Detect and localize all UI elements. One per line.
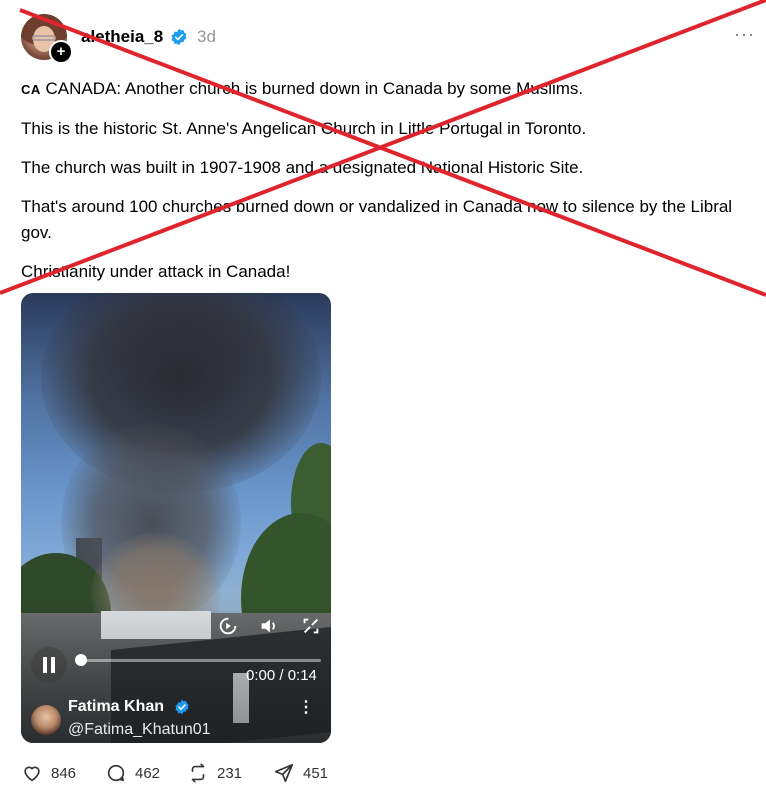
repost-count: 231 [217,764,243,782]
post-body: CA CANADA: Another church is burned down… [21,76,756,298]
fullscreen-icon[interactable] [300,615,322,637]
paragraph-5: Christianity under attack in Canada! [21,262,291,281]
embedded-author-name[interactable]: Fatima Khan [68,698,164,716]
avatar-glasses [32,35,56,41]
share-button[interactable]: 451 [273,762,328,784]
follow-plus-icon[interactable]: + [49,40,73,64]
reply-count: 462 [135,764,161,782]
share-count: 451 [303,764,329,782]
embedded-author-handle[interactable]: @Fatima_Khatun01 [68,721,211,739]
paragraph-1: CA CANADA: Another church is burned down… [21,76,756,103]
repost-icon [191,763,205,783]
comment-icon [107,764,125,782]
replay-icon[interactable] [217,615,239,637]
video-player[interactable]: 0:00 / 0:14 Fatima Khan @Fatima_Khatun01… [21,293,331,743]
video-timecode: 0:00 / 0:14 [246,667,317,684]
action-bar: 846 462 231 451 [21,762,421,786]
username[interactable]: aletheia_8 [81,27,163,47]
post-time: 3d [197,27,216,46]
send-icon [274,763,294,783]
post-header: + aletheia_8 3d ··· [21,14,761,64]
like-button[interactable]: 846 [21,762,76,784]
canada-flag-icon: CA [21,82,41,97]
volume-icon[interactable] [258,615,280,637]
embedded-verified-icon [175,699,189,715]
paragraph-2: This is the historic St. Anne's Angelica… [21,119,587,138]
paragraph-4: That's around 100 churches burned down o… [21,197,733,242]
reply-button[interactable]: 462 [105,762,160,784]
pause-button[interactable] [31,647,67,683]
embedded-author-avatar[interactable] [31,705,61,735]
paragraph-1-text: CANADA: Another church is burned down in… [45,79,584,98]
heart-icon [24,766,40,782]
pause-icon [43,657,55,673]
video-menu-icon[interactable]: ⋮ [298,697,314,717]
progress-handle[interactable] [75,654,87,666]
paragraph-3: The church was built in 1907-1908 and a … [21,158,584,177]
more-options-icon[interactable]: ··· [734,24,755,45]
like-count: 846 [51,764,77,782]
verified-badge-icon [171,28,187,46]
repost-button[interactable]: 231 [187,762,242,784]
progress-bar[interactable] [76,659,321,662]
